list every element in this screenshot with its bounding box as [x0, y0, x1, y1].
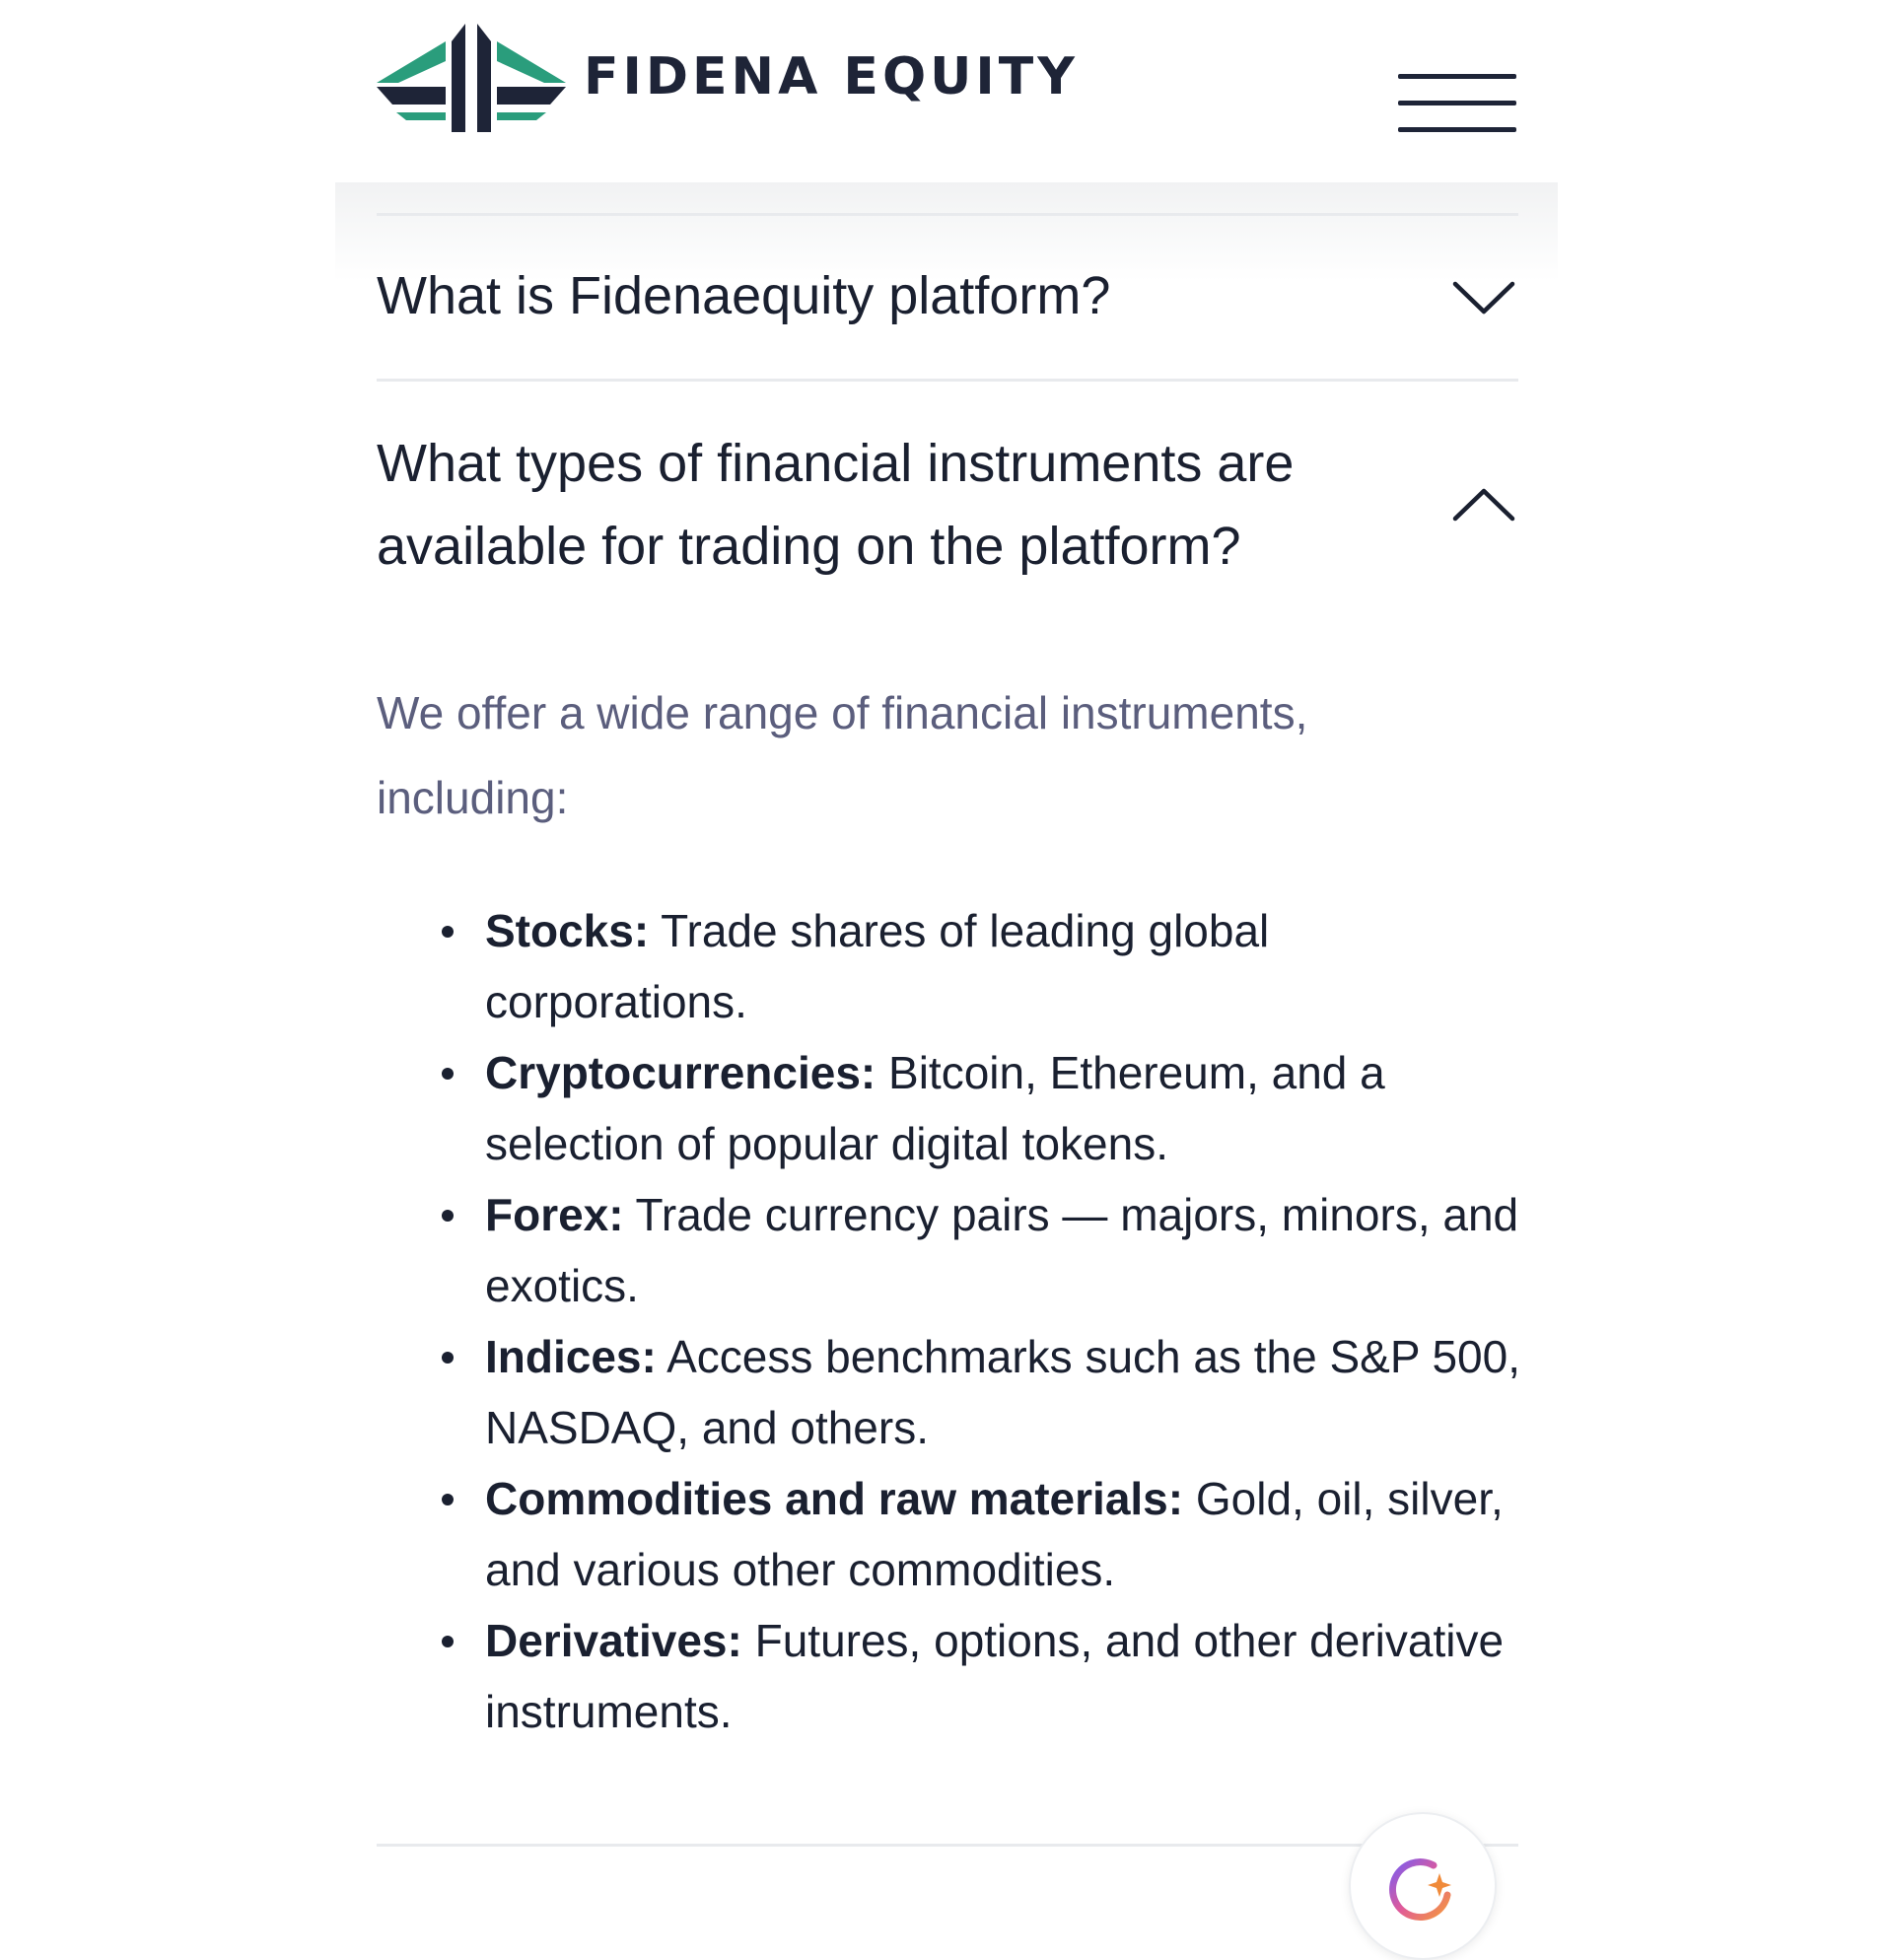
list-item-text: Trade currency pairs — majors, minors, a…	[485, 1189, 1519, 1311]
list-item-term: Stocks:	[485, 905, 650, 956]
menu-line	[1398, 74, 1516, 79]
list-item: Stocks: Trade shares of leading global c…	[377, 895, 1520, 1037]
list-item-term: Indices:	[485, 1331, 657, 1382]
chevron-up-icon[interactable]	[1449, 483, 1518, 526]
list-item: Forex: Trade currency pairs — majors, mi…	[377, 1179, 1520, 1321]
brand-name: FIDENA EQUITY	[584, 47, 1079, 106]
bullet	[442, 1352, 454, 1364]
list-item: Indices: Access benchmarks such as the S…	[377, 1321, 1520, 1463]
bullet	[442, 1636, 454, 1647]
faq-question[interactable]: What is Fidenaequity platform?	[377, 254, 1422, 337]
faq-divider	[377, 379, 1518, 382]
list-item: Derivatives: Futures, options, and other…	[377, 1605, 1520, 1747]
list-item: Commodities and raw materials: Gold, oil…	[377, 1463, 1520, 1605]
list-item-term: Forex:	[485, 1189, 624, 1240]
assistant-button[interactable]	[1349, 1812, 1497, 1960]
site-header: FIDENA EQUITY	[335, 0, 1558, 182]
faq-answer-list: Stocks: Trade shares of leading global c…	[377, 895, 1520, 1747]
menu-line	[1398, 127, 1516, 132]
assistant-spark-icon	[1389, 1858, 1451, 1922]
brand-logo-icon	[377, 22, 566, 132]
page: FIDENA EQUITY What is Fidenaequity platf…	[335, 0, 1558, 1960]
bullet	[442, 1494, 454, 1505]
faq-answer-intro: We offer a wide range of financial instr…	[377, 687, 1308, 823]
list-item-term: Cryptocurrencies:	[485, 1047, 876, 1098]
faq-divider	[377, 1844, 1518, 1847]
hamburger-menu-icon[interactable]	[1398, 71, 1520, 136]
list-item-term: Commodities and raw materials:	[485, 1473, 1184, 1524]
chevron-down-icon[interactable]	[1449, 276, 1518, 319]
brand-logo[interactable]: FIDENA EQUITY	[377, 22, 1079, 132]
faq-question-expanded[interactable]: What types of financial instruments are …	[377, 422, 1422, 588]
list-item-term: Derivatives:	[485, 1615, 742, 1666]
faq-divider	[377, 213, 1518, 216]
bullet	[442, 926, 454, 938]
bullet	[442, 1068, 454, 1080]
bullet	[442, 1210, 454, 1222]
list-item: Cryptocurrencies: Bitcoin, Ethereum, and…	[377, 1037, 1520, 1179]
menu-line	[1398, 101, 1516, 105]
